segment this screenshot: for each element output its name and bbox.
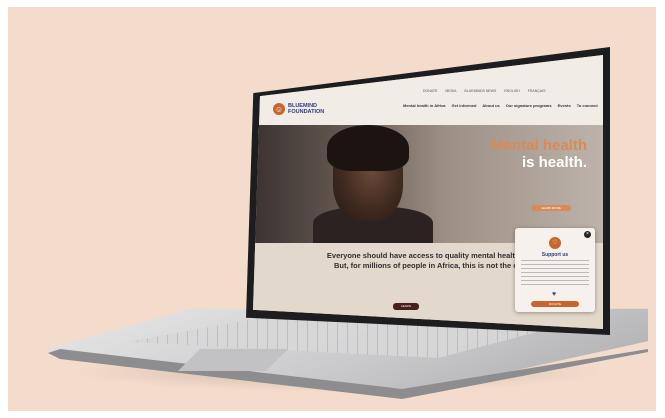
nav-item-events[interactable]: Events bbox=[558, 103, 571, 108]
top-links: DONATE MEDIA BLUEMINDS NEWS ENGLISH FRAN… bbox=[423, 89, 545, 93]
top-link-english[interactable]: ENGLISH bbox=[504, 89, 519, 93]
hero-child-hair bbox=[327, 125, 409, 171]
nav-item-mental-health[interactable]: Mental health in Africa bbox=[403, 103, 446, 108]
tagline: Everyone should have access to quality m… bbox=[323, 251, 543, 271]
popup-title: Support us bbox=[541, 252, 569, 258]
top-link-donate[interactable]: DONATE bbox=[423, 89, 437, 93]
nav-item-programs[interactable]: Our signature programs bbox=[506, 103, 552, 108]
popup-body-text bbox=[521, 260, 589, 288]
support-icon: ♡ bbox=[549, 237, 561, 249]
tagline-line1: Everyone should have access to quality m… bbox=[326, 251, 540, 260]
site-header: ☺ BLUEMIND FOUNDATION DONATE MEDIA BLUEM… bbox=[253, 55, 603, 133]
nav-item-about[interactable]: About us bbox=[482, 103, 499, 108]
logo-sub: FOUNDATION bbox=[288, 109, 325, 115]
hero-section: Mental health is health. LEARN MORE bbox=[253, 125, 603, 247]
site-logo[interactable]: ☺ BLUEMIND FOUNDATION bbox=[273, 101, 327, 123]
close-icon[interactable]: × bbox=[584, 231, 591, 238]
hero-learn-more-button[interactable]: LEARN MORE bbox=[531, 205, 571, 211]
hero-title-line2: is health. bbox=[521, 154, 587, 171]
top-link-media[interactable]: MEDIA bbox=[445, 89, 456, 93]
learn-button[interactable]: LEARN bbox=[393, 303, 419, 310]
logo-icon: ☺ bbox=[273, 103, 285, 115]
top-link-news[interactable]: BLUEMINDS NEWS bbox=[464, 89, 496, 93]
laptop-screen: ☺ BLUEMIND FOUNDATION DONATE MEDIA BLUEM… bbox=[253, 55, 603, 329]
tagline-line2: But, for millions of people in Africa, t… bbox=[333, 261, 533, 270]
support-popup: × ♡ Support us ♥ DONATE bbox=[515, 228, 595, 312]
heart-icon: ♥ bbox=[552, 291, 557, 298]
nav-item-get-informed[interactable]: Get informed bbox=[452, 103, 477, 108]
logo-text: BLUEMIND FOUNDATION bbox=[288, 103, 324, 115]
nav-item-connect[interactable]: To connect bbox=[577, 103, 598, 108]
main-nav: Mental health in Africa Get informed Abo… bbox=[403, 103, 598, 108]
hero-title-line1: Mental health bbox=[491, 137, 587, 154]
top-link-french[interactable]: FRANÇAIS bbox=[528, 89, 546, 93]
scene-background: ☺ BLUEMIND FOUNDATION DONATE MEDIA BLUEM… bbox=[8, 7, 656, 411]
popup-donate-button[interactable]: DONATE bbox=[531, 301, 579, 307]
hero-title: Mental health is health. bbox=[467, 137, 587, 171]
